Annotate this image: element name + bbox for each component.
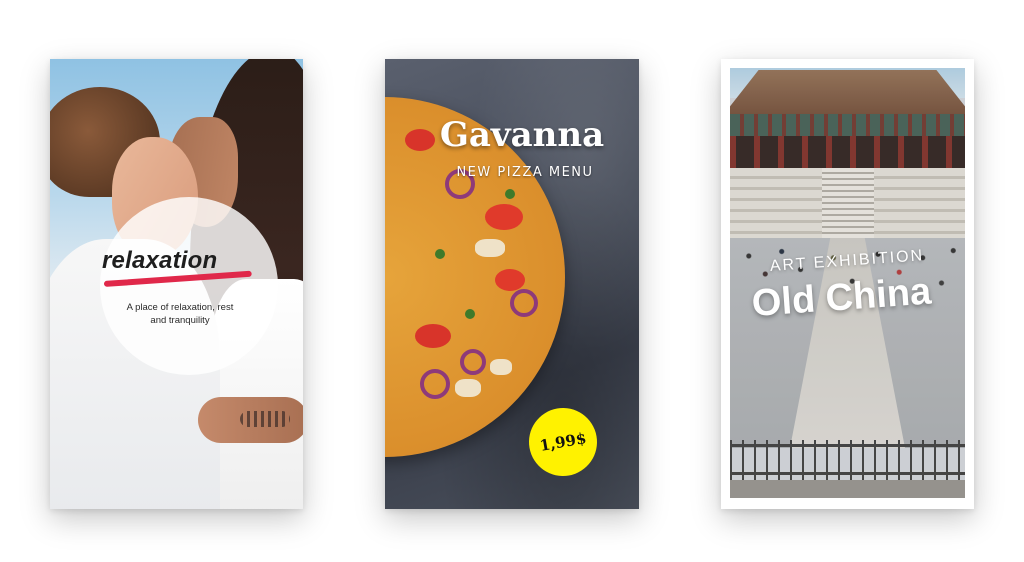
old-china-story-card[interactable]: ART EXHIBITION Old China (721, 59, 974, 509)
tomato-topping (485, 204, 523, 230)
card-title: relaxation (102, 247, 218, 274)
price-badge: 1,99$ (523, 402, 603, 482)
menu-subtitle: NEW PIZZA MENU (456, 165, 594, 180)
tomato-topping (415, 324, 451, 348)
onion-topping (460, 349, 486, 375)
onion-topping (420, 369, 450, 399)
card-subtitle: A place of relaxation, rest and tranquil… (126, 302, 234, 326)
herb-topping (435, 249, 445, 259)
chicken-topping (455, 379, 481, 397)
forbidden-city-photo: ART EXHIBITION Old China (730, 68, 965, 498)
text-circle-overlay (100, 197, 278, 375)
onion-topping (510, 289, 538, 317)
pizza-menu-story-card[interactable]: Gavanna NEW PIZZA MENU 1,99$ (385, 59, 639, 509)
herb-topping (465, 309, 475, 319)
tomato-topping (495, 269, 525, 291)
herb-topping (505, 189, 515, 199)
relaxation-story-card[interactable]: relaxation A place of relaxation, rest a… (50, 59, 303, 509)
restaurant-name: Gavanna (439, 115, 605, 155)
tattoo-image (240, 411, 290, 427)
chicken-topping (475, 239, 505, 257)
chicken-topping (490, 359, 512, 375)
